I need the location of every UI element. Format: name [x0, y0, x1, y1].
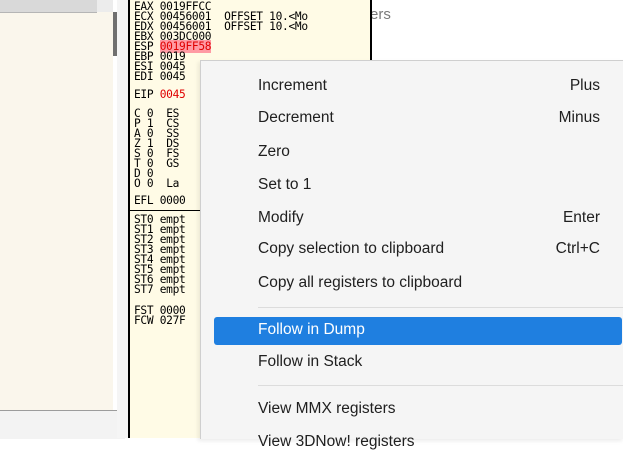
menu-item-zero[interactable]: Zero	[214, 139, 622, 167]
menu-item-set-to-1[interactable]: Set to 1	[214, 172, 622, 200]
menu-item-label: Set to 1	[258, 176, 312, 193]
menu-item-decrement[interactable]: Decrement Minus	[214, 105, 622, 133]
reg-row-efl[interactable]: EFL 0000	[134, 194, 186, 207]
menu-item-label: Increment	[258, 77, 327, 94]
menu-item-view-mmx[interactable]: View MMX registers	[214, 396, 622, 424]
reg-value: 0000	[159, 194, 186, 207]
menu-item-shortcut: Minus	[558, 109, 600, 126]
reg-name: EDI	[134, 70, 154, 83]
menu-item-follow-in-stack[interactable]: Follow in Stack	[214, 349, 622, 377]
menu-item-label: Decrement	[258, 109, 334, 126]
flag-name: O	[134, 177, 141, 190]
menu-item-shortcut: Ctrl+C	[555, 240, 600, 257]
reg-row-edi[interactable]: EDI 0045	[134, 70, 186, 83]
seg-name: GS	[166, 157, 180, 170]
menu-item-label: Modify	[258, 209, 304, 226]
menu-item-copy-selection[interactable]: Copy selection to clipboard Ctrl+C	[214, 236, 622, 264]
left-bottom-bar	[0, 410, 125, 439]
reg-row-eip[interactable]: EIP 0045	[134, 88, 186, 101]
seg-name: La	[166, 177, 180, 190]
reg-name: EIP	[134, 88, 154, 101]
reg-value: empt	[159, 283, 186, 296]
reg-comment: OFFSET 10.<Mo	[224, 20, 308, 33]
reg-value: 027F	[159, 314, 186, 327]
fpu-status-row[interactable]: FCW 027F	[134, 314, 186, 327]
flag-row[interactable]: O 0 La	[134, 177, 180, 190]
background-panel	[370, 0, 623, 60]
menu-separator	[258, 385, 623, 386]
menu-item-label: Copy all registers to clipboard	[258, 274, 463, 291]
menu-item-shortcut: Enter	[562, 209, 600, 226]
reg-name: EFL	[134, 194, 154, 207]
reg-name: FCW	[134, 314, 154, 327]
menu-item-copy-all-registers[interactable]: Copy all registers to clipboard	[214, 270, 622, 298]
menu-separator	[258, 307, 623, 308]
flag-value: 0	[146, 177, 154, 190]
fpu-row[interactable]: ST7 empt	[134, 283, 186, 296]
menu-item-label: Copy selection to clipboard	[258, 240, 445, 257]
context-menu: Increment Plus Decrement Minus Zero Set to…	[200, 60, 623, 450]
reg-name: ST7	[134, 283, 154, 296]
menu-item-label: View 3DNow! registers	[258, 433, 415, 450]
reg-value: 0045	[159, 70, 186, 83]
menu-item-label: Zero	[258, 143, 290, 160]
menu-item-modify[interactable]: Modify Enter	[214, 205, 622, 233]
reg-value: 0045	[159, 88, 186, 101]
left-pane	[0, 0, 125, 439]
menu-item-shortcut: Plus	[569, 77, 600, 94]
menu-item-increment[interactable]: Increment Plus	[214, 73, 622, 101]
menu-item-follow-in-dump[interactable]: Follow in Dump	[214, 317, 622, 345]
menu-item-label: Follow in Dump	[258, 321, 365, 338]
left-top-strip	[0, 0, 97, 13]
menu-item-label: View MMX registers	[258, 400, 396, 417]
background-label: ers	[370, 6, 391, 23]
left-top-strip-2	[97, 0, 113, 12]
menu-item-label: Follow in Stack	[258, 353, 363, 370]
menu-item-view-3dnow[interactable]: View 3DNow! registers	[214, 429, 622, 457]
